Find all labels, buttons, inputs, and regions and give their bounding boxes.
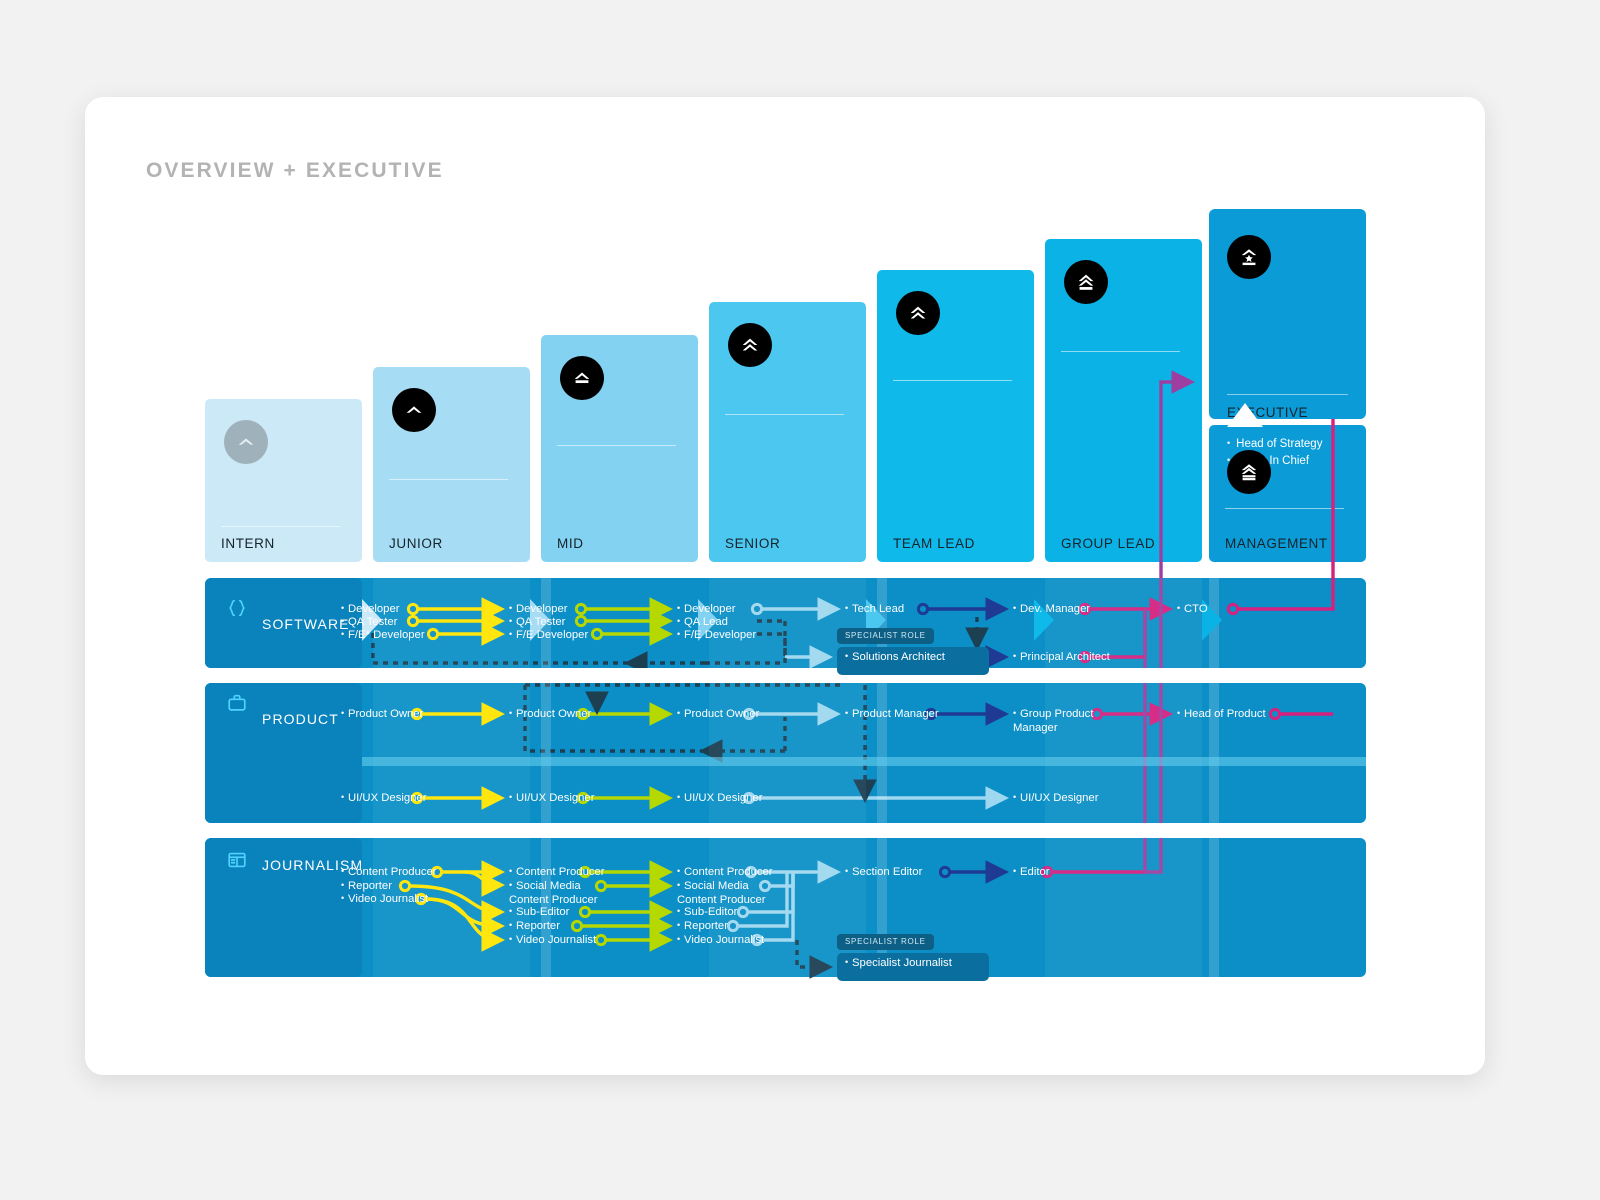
role-label[interactable]: • Group Product Manager [1013,707,1121,735]
role-label[interactable]: • Developer [341,602,400,616]
role-label[interactable]: • Sub-Editor [677,905,737,919]
role-label[interactable]: • Content Producer [509,865,605,879]
role-label[interactable]: • Reporter [677,919,728,933]
column-strip-group-lead [1045,578,1202,977]
specialist-badge-software: SPECIALIST ROLE [837,628,934,644]
role-label[interactable]: • QA Tester [509,615,565,629]
row-gutter [205,823,1366,838]
role-label[interactable]: • Tech Lead [845,602,904,616]
role-label[interactable]: • Developer [509,602,568,616]
rank-chevron-star-icon [1227,235,1271,279]
role-label[interactable]: • CTO [1177,602,1208,616]
role-label[interactable]: • Video Journalist [509,933,596,947]
role-label[interactable]: • Sub-Editor [509,905,569,919]
executive-notch-icon [1227,403,1263,427]
role-label[interactable]: • Product Owner [341,707,423,721]
role-label[interactable]: • Head of Product [1177,707,1266,721]
specialist-badge-journalism: SPECIALIST ROLE [837,934,934,950]
rank-chevron-1-bar-icon [560,356,604,400]
rank-chevron-2-bar-icon [1064,260,1108,304]
role-label[interactable]: • Reporter [509,919,560,933]
track-label-product: PRODUCT [262,711,339,727]
role-label[interactable]: • Editor [1013,865,1050,879]
role-label[interactable]: • QA Lead [677,615,728,629]
role-label[interactable]: • Product Manager [845,707,939,721]
role-label[interactable]: • UI/UX Designer [1013,791,1098,805]
role-label[interactable]: • Principal Architect [1013,650,1110,664]
role-label[interactable]: • Social Media Content Producer [677,879,785,907]
role-label[interactable]: • Specialist Journalist [845,956,952,970]
role-label[interactable]: • F/E Developer [677,628,756,642]
role-label[interactable]: • F/E* Developer [341,628,425,642]
divider [1227,394,1348,395]
role-label[interactable]: • Content Producer [341,865,437,879]
role-label[interactable]: • Reporter [341,879,392,893]
role-label[interactable]: • Product Owner [677,707,759,721]
career-ladder-diagram: INTERN JUNIOR MID SENIOR TEAM LEAD GROUP… [85,97,1485,1075]
role-label[interactable]: • Video Journalist [341,892,428,906]
briefcase-icon [226,692,248,719]
role-label[interactable]: • Video Journalist [677,933,764,947]
role-label[interactable]: • Dev. Manager [1013,602,1090,616]
role-label[interactable]: • UI/UX Designer [677,791,762,805]
role-label[interactable]: • F/E Developer [509,628,588,642]
diagram-card: OVERVIEW + EXECUTIVE INTERN JUNIOR MID S… [85,97,1485,1075]
role-label[interactable]: • Section Editor [845,865,922,879]
rank-chevron-2-icon [728,323,772,367]
role-label[interactable]: • UI/UX Designer [341,791,426,805]
role-label[interactable]: • QA Tester [341,615,397,629]
rank-chevron-2-icon [896,291,940,335]
newspaper-icon [226,849,248,876]
rank-chevron-1-icon [392,388,436,432]
product-subrow-divider [205,757,1366,766]
rank-chevron-3-bar-icon [1227,450,1271,494]
role-label[interactable]: • Product Owner [509,707,591,721]
row-gutter [205,668,1366,683]
rank-chevron-1-muted-icon [224,420,268,464]
role-label[interactable]: • Developer [677,602,736,616]
track-label-software: SOFTWARE [262,616,350,632]
role-label[interactable]: • Solutions Architect [845,650,945,664]
role-label[interactable]: • Content Producer [677,865,773,879]
braces-icon [226,597,248,624]
role-label[interactable]: • Social Media Content Producer [509,879,617,907]
role-label[interactable]: • UI/UX Designer [509,791,594,805]
